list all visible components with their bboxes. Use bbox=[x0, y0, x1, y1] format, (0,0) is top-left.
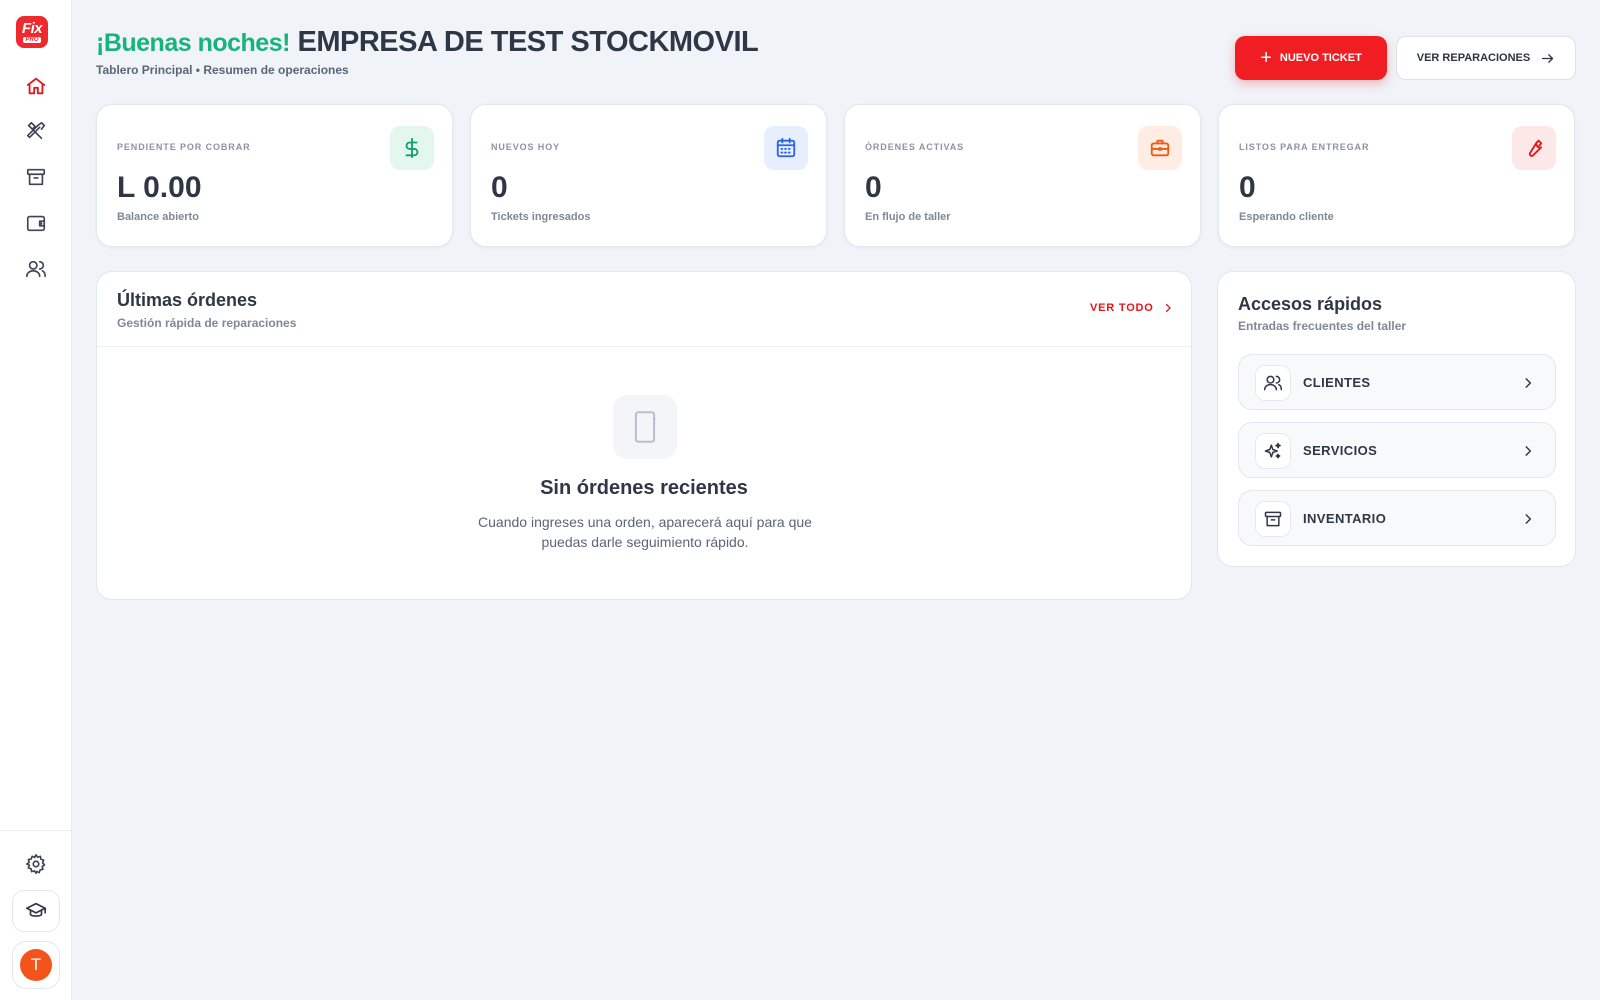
greeting-text: ¡Buenas noches! bbox=[96, 29, 290, 57]
chevron-right-icon bbox=[1165, 303, 1171, 313]
company-name: EMPRESA DE TEST STOCKMOVIL bbox=[297, 26, 759, 58]
empty-state-description: Cuando ingreses una orden, aparecerá aqu… bbox=[478, 514, 812, 550]
page-subtitle: Tablero Principal • Resumen de operacion… bbox=[96, 63, 349, 77]
new-ticket-button[interactable]: + NUEVO TICKET bbox=[1235, 36, 1387, 80]
sidebar-divider bbox=[0, 830, 71, 831]
empty-state-title: Sin órdenes recientes bbox=[540, 477, 748, 499]
stat-sub: Esperando cliente bbox=[1239, 211, 1334, 223]
sidebar-item-inventory[interactable] bbox=[20, 161, 52, 193]
graduation-cap-icon bbox=[26, 902, 46, 917]
panel-title: Accesos rápidos bbox=[1238, 294, 1383, 314]
chevron-right-icon bbox=[1525, 514, 1532, 524]
home-icon bbox=[26, 77, 46, 95]
quick-item-clients[interactable]: CLIENTES bbox=[1238, 354, 1556, 410]
panel-title: Últimas órdenes bbox=[117, 290, 258, 310]
sparkles-icon bbox=[1255, 433, 1291, 469]
stat-card-new-today: NUEVOS HOY 0 Tickets ingresados bbox=[470, 104, 827, 247]
stat-card-active-orders: ÓRDENES ACTIVAS 0 En flujo de taller bbox=[844, 104, 1201, 247]
view-all-label: VER TODO bbox=[1090, 302, 1154, 314]
stat-sub: Tickets ingresados bbox=[491, 211, 591, 223]
arrow-right-icon bbox=[1542, 53, 1554, 63]
quick-item-services[interactable]: SERVICIOS bbox=[1238, 422, 1556, 478]
gear-icon bbox=[26, 854, 46, 874]
quick-item-inventory[interactable]: INVENTARIO bbox=[1238, 490, 1556, 546]
tools-icon bbox=[26, 121, 46, 140]
quick-item-label: INVENTARIO bbox=[1303, 511, 1387, 526]
stat-value: 0 bbox=[865, 171, 882, 204]
chevron-right-icon bbox=[1525, 378, 1532, 388]
sidebar: Fix PRO T bbox=[0, 0, 72, 1000]
users-icon bbox=[1255, 365, 1291, 401]
quick-access-panel: Accesos rápidos Entradas frecuentes del … bbox=[1217, 271, 1576, 567]
stat-label: LISTOS PARA ENTREGAR bbox=[1239, 142, 1370, 152]
archive-box-icon bbox=[1255, 501, 1291, 537]
view-repairs-button[interactable]: VER REPARACIONES bbox=[1396, 36, 1576, 80]
panel-divider bbox=[97, 346, 1191, 347]
stat-sub: En flujo de taller bbox=[865, 211, 951, 223]
stat-card-pending: PENDIENTE POR COBRAR L 0.00 Balance abie… bbox=[96, 104, 453, 247]
plus-icon: + bbox=[1260, 47, 1272, 69]
view-repairs-label: VER REPARACIONES bbox=[1416, 52, 1531, 64]
stat-label: NUEVOS HOY bbox=[491, 142, 561, 152]
calendar-icon bbox=[764, 126, 808, 170]
smartphone-icon bbox=[613, 395, 677, 459]
settings-button[interactable] bbox=[20, 848, 52, 880]
stat-value: 0 bbox=[1239, 171, 1256, 204]
panel-subtitle: Entradas frecuentes del taller bbox=[1238, 319, 1407, 333]
stat-label: PENDIENTE POR COBRAR bbox=[117, 142, 251, 152]
view-all-link[interactable]: VER TODO bbox=[1090, 302, 1174, 314]
stat-card-ready: LISTOS PARA ENTREGAR 0 Esperando cliente bbox=[1218, 104, 1575, 247]
briefcase-icon bbox=[1138, 126, 1182, 170]
tutorials-button[interactable] bbox=[12, 890, 60, 932]
stat-label: ÓRDENES ACTIVAS bbox=[865, 142, 965, 152]
app-logo[interactable]: Fix PRO bbox=[16, 16, 48, 48]
new-ticket-label: NUEVO TICKET bbox=[1279, 52, 1362, 64]
recent-orders-panel: Últimas órdenes Gestión rápida de repara… bbox=[96, 271, 1192, 600]
dollar-icon bbox=[390, 126, 434, 170]
page-title: ¡Buenas noches! EMPRESA DE TEST STOCKMOV… bbox=[96, 26, 759, 59]
user-menu[interactable]: T bbox=[12, 941, 60, 989]
logo-text: Fix bbox=[21, 20, 43, 37]
stat-sub: Balance abierto bbox=[117, 211, 199, 223]
wallet-icon bbox=[26, 215, 46, 232]
stat-value: 0 bbox=[491, 171, 508, 204]
sidebar-item-clients[interactable] bbox=[20, 253, 52, 285]
users-icon bbox=[26, 260, 46, 278]
quick-item-label: SERVICIOS bbox=[1303, 443, 1378, 458]
logo-badge: PRO bbox=[23, 37, 41, 43]
avatar: T bbox=[20, 949, 52, 981]
chevron-right-icon bbox=[1525, 446, 1532, 456]
panel-subtitle: Gestión rápida de reparaciones bbox=[117, 316, 297, 330]
sidebar-item-home[interactable] bbox=[20, 70, 52, 102]
stat-value: L 0.00 bbox=[117, 171, 202, 204]
sidebar-item-repairs[interactable] bbox=[20, 115, 52, 147]
wrench-icon bbox=[1512, 126, 1556, 170]
archive-box-icon bbox=[26, 168, 46, 186]
sidebar-item-wallet[interactable] bbox=[20, 207, 52, 239]
quick-item-label: CLIENTES bbox=[1303, 375, 1371, 390]
